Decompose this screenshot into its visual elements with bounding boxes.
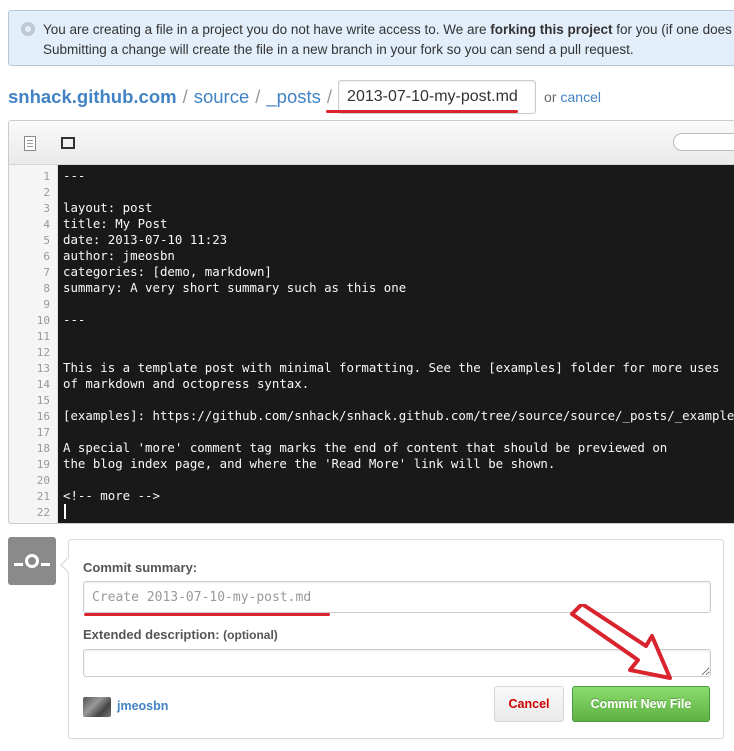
code-line-text: author: jmeosbn (63, 248, 175, 263)
line-number: 12 (36, 346, 50, 359)
commit-summary-label: Commit summary: (83, 560, 198, 575)
line-number: 4 (43, 218, 50, 231)
code-line: 4 title: My Post (9, 216, 734, 232)
code-area[interactable]: 1 --- 2 3 layout: post 4 title: My Post 5 date: … (9, 165, 734, 523)
avatar (83, 697, 111, 717)
line-number: 10 (36, 314, 50, 327)
line-number: 22 (36, 506, 50, 519)
code-line: 6 author: jmeosbn (9, 248, 734, 264)
cancel-link[interactable]: cancel (561, 89, 601, 105)
code-line-text: summary: A very short summary such as th… (63, 280, 407, 295)
line-number: 18 (36, 442, 50, 455)
annotation-underline (84, 613, 330, 616)
file-editor: 1 --- 2 3 layout: post 4 title: My Post 5 date: … (8, 120, 734, 524)
line-number: 13 (36, 362, 50, 375)
line-number: 17 (36, 426, 50, 439)
commit-icon (8, 537, 56, 585)
filename-input[interactable] (338, 80, 537, 114)
optional-text: (optional) (223, 628, 278, 642)
line-number: 7 (43, 266, 50, 279)
code-line: 12 (9, 344, 734, 360)
line-number: 19 (36, 458, 50, 471)
code-line-text: --- (63, 168, 86, 183)
line-number: 15 (36, 394, 50, 407)
editor-search-field[interactable] (673, 133, 734, 151)
line-number: 20 (36, 474, 50, 487)
document-icon[interactable] (19, 132, 41, 154)
code-line: 21 <!-- more --> (9, 488, 734, 504)
breadcrumb-separator: / (255, 86, 261, 107)
code-line: 10 --- (9, 312, 734, 328)
breadcrumb-separator: / (182, 86, 188, 107)
code-line: 5 date: 2013-07-10 11:23 (9, 232, 734, 248)
line-number: 11 (36, 330, 50, 343)
breadcrumb-source-link[interactable]: source (194, 86, 250, 108)
commit-new-file-button[interactable]: Commit New File (572, 686, 710, 722)
code-line: 2 (9, 184, 734, 200)
code-line: 16 [examples]: https://github.com/snhack/… (9, 408, 734, 424)
code-line: 14 of markdown and octopress syntax. (9, 376, 734, 392)
line-number: 9 (43, 298, 50, 311)
code-line: 15 (9, 392, 734, 408)
notice-text-start: You are creating a file in a project you… (43, 22, 491, 37)
breadcrumb-posts-link[interactable]: _posts (266, 86, 321, 108)
code-line: 20 (9, 472, 734, 488)
line-number: 21 (36, 490, 50, 503)
code-line-text: --- (63, 312, 86, 327)
line-number: 3 (43, 202, 50, 215)
breadcrumb-repo-link[interactable]: snhack.github.com (8, 86, 177, 108)
code-line: 9 (9, 296, 734, 312)
code-line-text: categories: [demo, markdown] (63, 264, 272, 279)
fullscreen-icon[interactable] (57, 132, 79, 154)
code-line: 3 layout: post (9, 200, 734, 216)
code-line-text: the blog index page, and where the 'Read… (63, 456, 556, 471)
code-line-text: of markdown and octopress syntax. (63, 376, 310, 391)
code-line-text: This is a template post with minimal for… (63, 360, 720, 375)
line-number: 8 (43, 282, 50, 295)
line-number: 1 (43, 170, 50, 183)
annotation-underline (326, 110, 518, 113)
commit-icon-line-right (41, 563, 50, 566)
line-number: 6 (43, 250, 50, 263)
code-line: 19 the blog index page, and where the 'Re… (9, 456, 734, 472)
notice-line-2: Submitting a change will create the file… (43, 42, 634, 57)
cancel-button[interactable]: Cancel (494, 686, 564, 722)
extended-description-text: Extended description: (83, 627, 220, 642)
notice-text-end: for you (if one does not (616, 22, 734, 37)
notice-text-bold: forking this project (490, 22, 613, 37)
code-line: 8 summary: A very short summary such as t… (9, 280, 734, 296)
line-number: 5 (43, 234, 50, 247)
code-line-text: A special 'more' comment tag marks the e… (63, 440, 668, 455)
code-line: 7 categories: [demo, markdown] (9, 264, 734, 280)
code-line-text: title: My Post (63, 216, 168, 231)
breadcrumb-separator: / (326, 86, 333, 107)
extended-description-label: Extended description: (optional) (83, 627, 278, 642)
annotation-arrow-icon (570, 604, 672, 680)
code-line-text: <!-- more --> (63, 488, 160, 503)
breadcrumb: snhack.github.com / source / _posts / or… (8, 80, 601, 114)
fork-notice: You are creating a file in a project you… (8, 10, 734, 66)
code-line: 11 (9, 328, 734, 344)
text-cursor (64, 504, 66, 519)
code-line: 1 --- (9, 168, 734, 184)
code-line: 17 (9, 424, 734, 440)
or-text: or (544, 89, 557, 105)
code-line-text: [examples]: https://github.com/snhack/sn… (63, 408, 734, 423)
code-line-text: layout: post (63, 200, 153, 215)
editor-toolbar (9, 121, 734, 165)
line-number: 16 (36, 410, 50, 423)
user-link[interactable]: jmeosbn (117, 699, 168, 713)
code-line: 18 A special 'more' comment tag marks the… (9, 440, 734, 456)
line-number: 14 (36, 378, 50, 391)
code-line-text: date: 2013-07-10 11:23 (63, 232, 228, 247)
commit-icon-line-left (14, 563, 23, 566)
code-line: 22 (9, 504, 734, 520)
line-number: 2 (43, 186, 50, 199)
octoface-icon (21, 22, 35, 36)
code-line: 13 This is a template post with minimal f… (9, 360, 734, 376)
